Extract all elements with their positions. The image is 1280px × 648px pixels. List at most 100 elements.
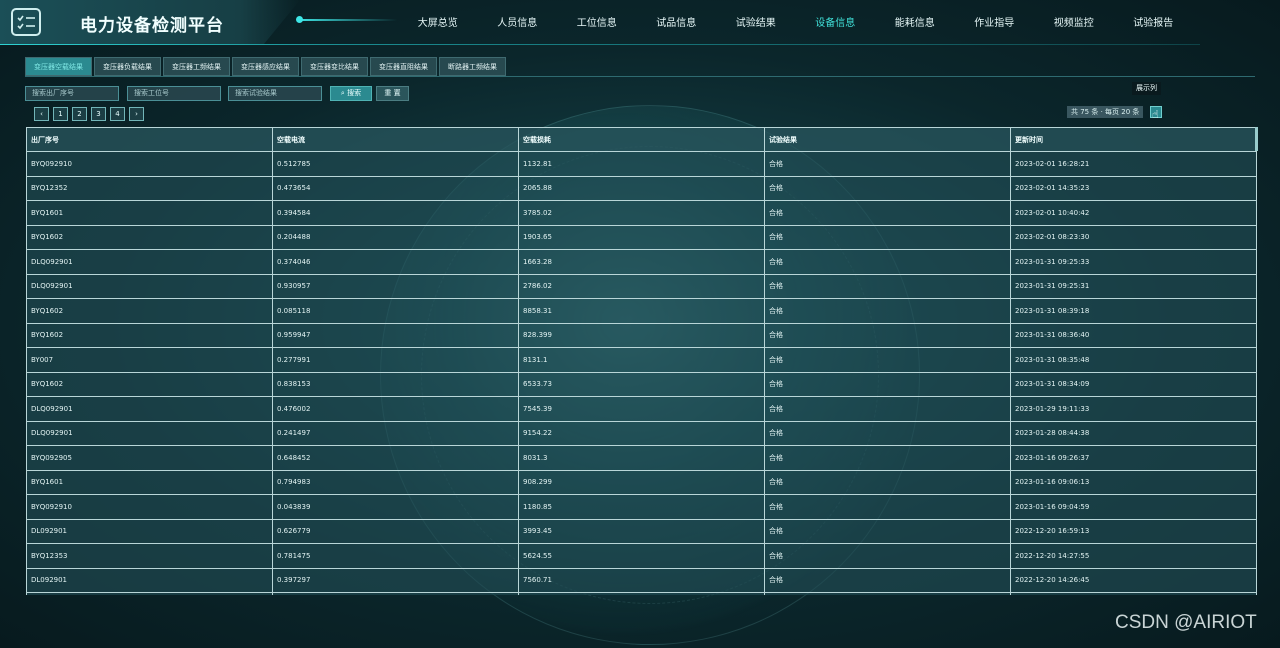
- table-row[interactable]: DLQ092901 0.241497 9154.22 合格 2023-01-28 08:…: [26, 420, 1257, 446]
- table-cell: 合格: [764, 396, 1011, 422]
- table-row[interactable]: BYQ1601 0.794983 908.299 合格 2023-01-16 09:06…: [26, 469, 1257, 495]
- table-cell: [764, 592, 1011, 595]
- table-cell: 0.204488: [272, 224, 519, 250]
- table-row[interactable]: BYQ1602 0.085118 8858.31 合格 2023-01-31 08:39…: [26, 298, 1257, 324]
- nav-item[interactable]: 试验结果: [716, 14, 796, 29]
- table-row[interactable]: BYQ092910 0.043839 1180.85 合格 2023-01-16 09:…: [26, 494, 1257, 520]
- table-cell: BYQ1602: [26, 224, 273, 250]
- result-tab[interactable]: 变压器直阻结果: [370, 57, 437, 76]
- table-cell: 0.241497: [272, 420, 519, 446]
- nav-item[interactable]: 视频监控: [1034, 14, 1114, 29]
- result-search-input[interactable]: 搜索试验结果: [228, 86, 322, 101]
- table-row[interactable]: BY007 0.277991 8131.1 合格 2023-01-31 08:35:48: [26, 347, 1257, 373]
- next-page-icon[interactable]: ›: [129, 107, 144, 121]
- table-cell: BY007: [26, 347, 273, 373]
- table-cell: 8131.1: [518, 347, 765, 373]
- nav-item[interactable]: 作业指导: [955, 14, 1035, 29]
- search-button-label: 搜索: [347, 89, 362, 97]
- nav-item[interactable]: 试品信息: [637, 14, 717, 29]
- reset-button[interactable]: 重 置: [376, 86, 409, 101]
- table-cell: 合格: [764, 347, 1011, 373]
- table-cell: 908.299: [518, 469, 765, 495]
- table-cell: 合格: [764, 322, 1011, 348]
- table-row[interactable]: BYQ1602 0.838153 6533.73 合格 2023-01-31 08:34…: [26, 371, 1257, 397]
- table-cell: 0.781475: [272, 543, 519, 569]
- table-row[interactable]: [26, 592, 1257, 595]
- column-header[interactable]: 更新时间: [1010, 127, 1257, 152]
- table-cell: 2022-12-20 16:59:13: [1010, 518, 1257, 544]
- columns-tooltip: 展示列: [1132, 82, 1161, 95]
- prev-page-icon[interactable]: ‹: [34, 107, 49, 121]
- table-cell: 2023-01-28 08:44:38: [1010, 420, 1257, 446]
- result-tabs: 变压器空载结果 变压器负载结果 变压器工频结果 变压器感应结果 变压器变比结果 变压器直阻…: [25, 57, 506, 76]
- column-header[interactable]: 空载电流: [272, 127, 519, 152]
- page-number-button[interactable]: 4: [110, 107, 125, 121]
- table-cell: DL092901: [26, 518, 273, 544]
- table-cell: 合格: [764, 273, 1011, 299]
- header-accent-line: [297, 19, 397, 21]
- table-cell: 2023-01-16 09:26:37: [1010, 445, 1257, 471]
- nav-item[interactable]: 工位信息: [557, 14, 637, 29]
- table-cell: 合格: [764, 543, 1011, 569]
- table-header-row: 出厂序号 空载电流 空载损耗 试验结果 更新时间: [26, 127, 1257, 152]
- table-cell: 合格: [764, 420, 1011, 446]
- station-search-input[interactable]: 搜索工位号: [127, 86, 221, 101]
- table-cell: 合格: [764, 518, 1011, 544]
- page-number-button[interactable]: 2: [72, 107, 87, 121]
- table-cell: 2022-12-20 14:26:45: [1010, 567, 1257, 593]
- column-header[interactable]: 出厂序号: [26, 127, 273, 152]
- table-row[interactable]: BYQ12352 0.473654 2065.88 合格 2023-02-01 14:3…: [26, 175, 1257, 201]
- result-tab[interactable]: 断路器工频结果: [439, 57, 506, 76]
- table-row[interactable]: BYQ12353 0.781475 5624.55 合格 2022-12-20 14:2…: [26, 543, 1257, 569]
- table-row[interactable]: DLQ092901 0.374046 1663.28 合格 2023-01-31 09:…: [26, 249, 1257, 275]
- table-cell: 2023-01-31 08:39:18: [1010, 298, 1257, 324]
- table-row[interactable]: BYQ092910 0.512785 1132.81 合格 2023-02-01 16:…: [26, 151, 1257, 177]
- table-cell: 2023-01-31 09:25:33: [1010, 249, 1257, 275]
- table-row[interactable]: DL092901 0.626779 3993.45 合格 2022-12-20 16:5…: [26, 518, 1257, 544]
- result-tab[interactable]: 变压器负载结果: [94, 57, 161, 76]
- table-row[interactable]: BYQ1602 0.204488 1903.65 合格 2023-02-01 08:23…: [26, 224, 1257, 250]
- table-cell: 6533.73: [518, 371, 765, 397]
- result-tab[interactable]: 变压器空载结果: [25, 57, 92, 76]
- table-row[interactable]: DL092901 0.397297 7560.71 合格 2022-12-20 14:2…: [26, 567, 1257, 593]
- result-tab[interactable]: 变压器变比结果: [301, 57, 368, 76]
- table-cell: [26, 592, 273, 595]
- cursor-icon: ☝: [1152, 108, 1159, 121]
- table-cell: 0.043839: [272, 494, 519, 520]
- table-row[interactable]: DLQ092901 0.930957 2786.02 合格 2023-01-31 09:…: [26, 273, 1257, 299]
- table-cell: 0.374046: [272, 249, 519, 275]
- table-cell: 2023-01-31 09:25:31: [1010, 273, 1257, 299]
- serial-search-input[interactable]: 搜索出厂序号: [25, 86, 119, 101]
- table-cell: BYQ1601: [26, 200, 273, 226]
- nav-item[interactable]: 设备信息: [796, 14, 876, 29]
- table-cell: 2065.88: [518, 175, 765, 201]
- table-cell: 7545.39: [518, 396, 765, 422]
- result-tab[interactable]: 变压器工频结果: [163, 57, 230, 76]
- table-row[interactable]: BYQ092905 0.648452 8031.3 合格 2023-01-16 09:2…: [26, 445, 1257, 471]
- table-row[interactable]: BYQ1602 0.959947 828.399 合格 2023-01-31 08:36…: [26, 322, 1257, 348]
- nav-item[interactable]: 试验报告: [1114, 14, 1194, 29]
- column-header[interactable]: 空载损耗: [518, 127, 765, 152]
- table-cell: 2023-02-01 16:28:21: [1010, 151, 1257, 177]
- table-row[interactable]: BYQ1601 0.394584 3785.02 合格 2023-02-01 10:40…: [26, 200, 1257, 226]
- nav-item[interactable]: 人员信息: [478, 14, 558, 29]
- checklist-icon: [11, 8, 41, 36]
- table-cell: 1663.28: [518, 249, 765, 275]
- pagination-summary: 共 75 条 · 每页 20 条: [1067, 106, 1144, 118]
- table-cell: 9154.22: [518, 420, 765, 446]
- nav-item[interactable]: 能耗信息: [875, 14, 955, 29]
- result-tab[interactable]: 变压器感应结果: [232, 57, 299, 76]
- nav-item[interactable]: 大屏总览: [398, 14, 478, 29]
- table-scrollbar[interactable]: [1255, 127, 1258, 151]
- table-cell: 0.794983: [272, 469, 519, 495]
- table-cell: 0.838153: [272, 371, 519, 397]
- table-cell: 合格: [764, 175, 1011, 201]
- table-cell: BYQ092910: [26, 151, 273, 177]
- table-cell: 0.473654: [272, 175, 519, 201]
- table-cell: 0.626779: [272, 518, 519, 544]
- page-number-button[interactable]: 1: [53, 107, 68, 121]
- page-number-button[interactable]: 3: [91, 107, 106, 121]
- table-row[interactable]: DLQ092901 0.476002 7545.39 合格 2023-01-29 19:…: [26, 396, 1257, 422]
- search-button[interactable]: ⌕ 搜索: [330, 86, 372, 101]
- column-header[interactable]: 试验结果: [764, 127, 1011, 152]
